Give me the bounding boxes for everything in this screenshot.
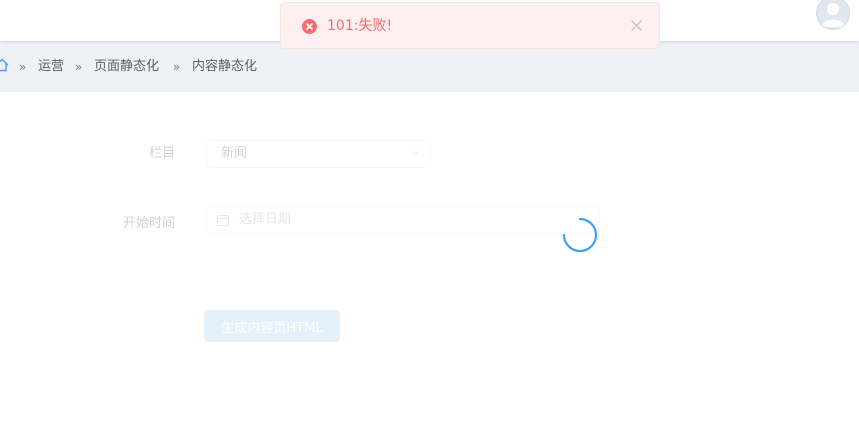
breadcrumb-separator: » (173, 60, 181, 74)
static-page-form: 栏目 新闻 开始时间 选择日期 生成内容页HTML (0, 92, 859, 446)
home-icon[interactable] (0, 58, 9, 72)
error-toast: 101:失败! (280, 2, 660, 49)
breadcrumb-item-page-static[interactable]: 页面静态化 (94, 59, 159, 75)
column-label: 栏目 (148, 146, 175, 161)
column-select-value: 新闻 (221, 146, 248, 161)
date-placeholder: 选择日期 (239, 212, 292, 227)
breadcrumb-separator: » (75, 60, 83, 74)
avatar[interactable] (816, 0, 850, 30)
calendar-icon (217, 215, 229, 226)
breadcrumb-separator: » (19, 60, 27, 74)
toast-message: 101:失败! (327, 18, 393, 34)
generate-html-button[interactable]: 生成内容页HTML (204, 310, 340, 342)
loading-spinner-icon (562, 217, 598, 253)
avatar-icon (821, 3, 845, 27)
error-circle-icon (302, 19, 317, 34)
breadcrumb-item-operation[interactable]: 运营 (38, 59, 64, 75)
chevron-down-icon (411, 151, 419, 156)
start-time-label: 开始时间 (122, 216, 175, 231)
column-select[interactable]: 新闻 (206, 140, 430, 168)
close-icon[interactable] (631, 20, 642, 31)
start-date-picker[interactable]: 选择日期 (206, 206, 600, 234)
breadcrumb-item-content-static: 内容静态化 (192, 59, 258, 74)
